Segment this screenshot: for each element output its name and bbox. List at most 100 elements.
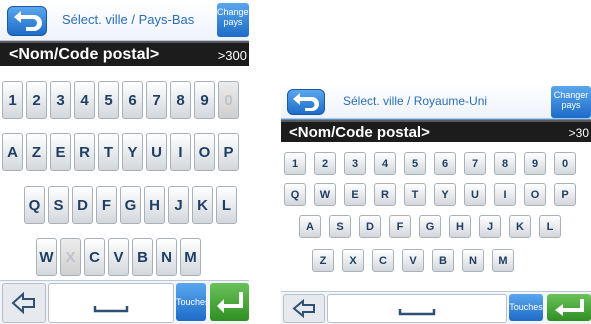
key-p[interactable]: P [218, 133, 239, 171]
key-u[interactable]: U [464, 183, 486, 206]
key-8[interactable]: 8 [494, 152, 516, 175]
key-m[interactable]: M [492, 249, 514, 272]
result-count: >300 [217, 48, 247, 63]
key-n[interactable]: N [156, 238, 177, 276]
key-f[interactable]: F [389, 215, 411, 238]
key-9[interactable]: 9 [524, 152, 546, 175]
key-7[interactable]: 7 [464, 152, 486, 175]
key-d[interactable]: D [359, 215, 381, 238]
key-6[interactable]: 6 [434, 152, 456, 175]
key-z[interactable]: Z [312, 249, 334, 272]
key-e[interactable]: E [50, 133, 71, 171]
key-3[interactable]: 3 [344, 152, 366, 175]
key-n[interactable]: N [462, 249, 484, 272]
key-o[interactable]: O [524, 183, 546, 206]
key-i[interactable]: I [494, 183, 516, 206]
key-s[interactable]: S [48, 186, 69, 224]
spacebar-icon [398, 309, 436, 316]
keys-layout-button[interactable]: Touches [176, 283, 210, 321]
space-key[interactable] [48, 283, 174, 323]
header-bar: Sélect. ville / Royaume-Uni Changer pays [281, 84, 591, 119]
key-5[interactable]: 5 [98, 81, 119, 119]
key-h[interactable]: H [449, 215, 471, 238]
key-p[interactable]: P [554, 183, 576, 206]
key-b[interactable]: B [132, 238, 153, 276]
backspace-icon [11, 291, 35, 315]
key-k[interactable]: K [509, 215, 531, 238]
key-e[interactable]: E [344, 183, 366, 206]
key-4[interactable]: 4 [374, 152, 396, 175]
key-r[interactable]: R [374, 183, 396, 206]
on-screen-keyboard: 1234567890 AZERTYUIOP QSDFGHJKL WXCVBNM [0, 66, 249, 281]
enter-icon [555, 299, 584, 316]
key-5[interactable]: 5 [404, 152, 426, 175]
key-8[interactable]: 8 [170, 81, 191, 119]
key-0[interactable]: 0 [218, 81, 239, 119]
enter-button[interactable] [547, 294, 591, 321]
key-6[interactable]: 6 [122, 81, 143, 119]
keyboard-bottom-bar: Touches [0, 280, 249, 324]
key-g[interactable]: G [120, 186, 141, 224]
key-2[interactable]: 2 [314, 152, 336, 175]
key-4[interactable]: 4 [74, 81, 95, 119]
key-l[interactable]: L [539, 215, 561, 238]
backspace-button[interactable] [283, 294, 325, 323]
key-3[interactable]: 3 [50, 81, 71, 119]
enter-icon [217, 292, 243, 313]
back-arrow-icon [293, 93, 319, 111]
key-t[interactable]: T [98, 133, 119, 171]
key-j[interactable]: J [479, 215, 501, 238]
key-t[interactable]: T [404, 183, 426, 206]
page-title: Sélect. ville / Pays-Bas [62, 12, 195, 27]
key-m[interactable]: M [180, 238, 201, 276]
keys-layout-button[interactable]: Touches [509, 294, 543, 321]
result-count: >30 [568, 126, 589, 140]
space-key[interactable] [327, 294, 507, 323]
key-o[interactable]: O [194, 133, 215, 171]
key-v[interactable]: V [108, 238, 129, 276]
enter-button[interactable] [210, 283, 249, 321]
change-country-button[interactable]: Changer pays [217, 3, 249, 37]
key-r[interactable]: R [74, 133, 95, 171]
back-button[interactable] [7, 6, 47, 36]
change-country-button[interactable]: Changer pays [551, 86, 591, 118]
key-d[interactable]: D [72, 186, 93, 224]
key-s[interactable]: S [329, 215, 351, 238]
key-u[interactable]: U [146, 133, 167, 171]
key-y[interactable]: Y [434, 183, 456, 206]
key-c[interactable]: C [84, 238, 105, 276]
key-j[interactable]: J [168, 186, 189, 224]
search-input[interactable]: <Nom/Code postal> >300 [0, 41, 249, 68]
key-9[interactable]: 9 [194, 81, 215, 119]
key-x[interactable]: X [342, 249, 364, 272]
key-h[interactable]: H [144, 186, 165, 224]
search-input[interactable]: <Nom/Code postal> >30 [281, 120, 591, 144]
key-v[interactable]: V [402, 249, 424, 272]
key-c[interactable]: C [372, 249, 394, 272]
key-g[interactable]: G [419, 215, 441, 238]
key-i[interactable]: I [170, 133, 191, 171]
backspace-button[interactable] [2, 283, 46, 323]
key-z[interactable]: Z [26, 133, 47, 171]
key-1[interactable]: 1 [2, 81, 23, 119]
key-w[interactable]: W [36, 238, 57, 276]
header-bar: Sélect. ville / Pays-Bas Changer pays [0, 0, 249, 41]
key-y[interactable]: Y [122, 133, 143, 171]
back-button[interactable] [287, 89, 325, 115]
key-l[interactable]: L [216, 186, 237, 224]
key-q[interactable]: Q [24, 186, 45, 224]
on-screen-keyboard: 1234567890 QWERTYUIOP ASDFGHJKL ZXCVBNM [281, 142, 591, 292]
key-0[interactable]: 0 [554, 152, 576, 175]
backspace-icon [292, 298, 315, 319]
key-7[interactable]: 7 [146, 81, 167, 119]
key-w[interactable]: W [314, 183, 336, 206]
key-b[interactable]: B [432, 249, 454, 272]
key-f[interactable]: F [96, 186, 117, 224]
key-a[interactable]: A [2, 133, 23, 171]
key-x[interactable]: X [60, 238, 81, 276]
key-1[interactable]: 1 [284, 152, 306, 175]
key-a[interactable]: A [299, 215, 321, 238]
key-k[interactable]: K [192, 186, 213, 224]
key-q[interactable]: Q [284, 183, 306, 206]
key-2[interactable]: 2 [26, 81, 47, 119]
